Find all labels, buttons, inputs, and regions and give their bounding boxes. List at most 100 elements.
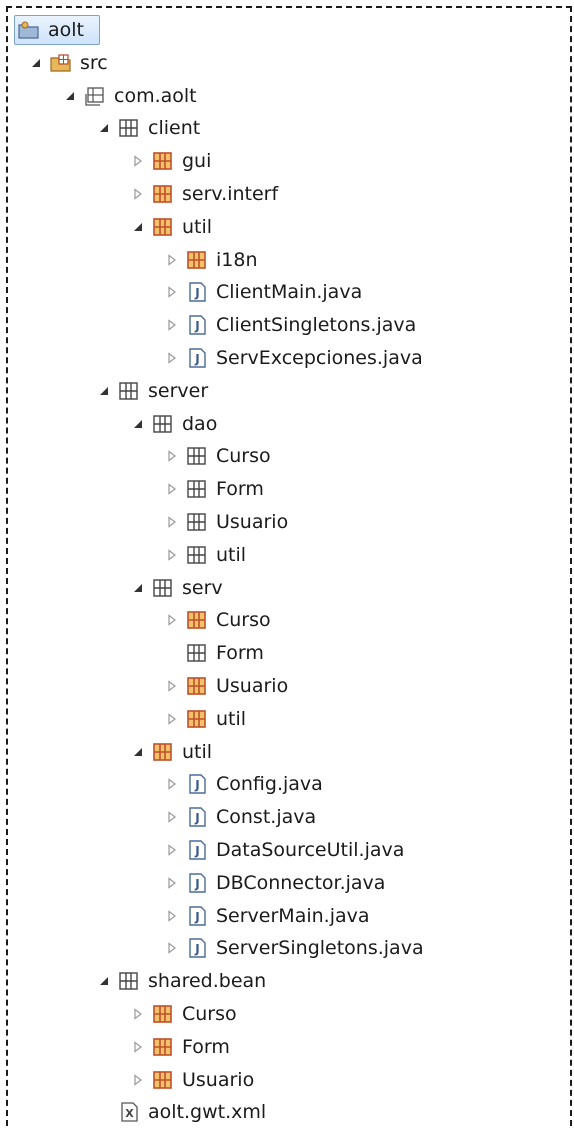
- tree-item[interactable]: Curso: [164, 440, 271, 472]
- collapsed-arrow-icon[interactable]: [130, 1039, 146, 1055]
- collapsed-arrow-icon[interactable]: [164, 711, 180, 727]
- collapsed-arrow-icon[interactable]: [164, 809, 180, 825]
- tree-item-label: gui: [182, 150, 212, 173]
- svg-text:J: J: [194, 286, 199, 300]
- collapsed-arrow-icon[interactable]: [164, 514, 180, 530]
- collapsed-arrow-icon[interactable]: [164, 612, 180, 628]
- package-outline-icon: [84, 85, 106, 107]
- collapsed-arrow-icon[interactable]: [164, 481, 180, 497]
- tree-item-label: aolt: [48, 19, 84, 41]
- tree-item[interactable]: util: [164, 539, 246, 571]
- no-arrow: [164, 645, 180, 661]
- tree-item[interactable]: J Const.java: [164, 801, 316, 833]
- tree-item[interactable]: server: [96, 375, 208, 407]
- tree-item[interactable]: Form: [164, 473, 264, 505]
- java-file-icon: J: [186, 839, 208, 861]
- expanded-arrow-icon[interactable]: [130, 580, 146, 596]
- collapsed-arrow-icon[interactable]: [164, 317, 180, 333]
- collapsed-arrow-icon[interactable]: [164, 940, 180, 956]
- source-folder-icon: [50, 52, 72, 74]
- tree-item[interactable]: util: [130, 211, 212, 243]
- java-file-icon: J: [186, 806, 208, 828]
- tree-item[interactable]: src: [28, 47, 108, 79]
- tree-item-label: ServerSingletons.java: [216, 937, 424, 960]
- tree-item-label: util: [182, 215, 213, 238]
- tree-item[interactable]: J ClientMain.java: [164, 276, 362, 308]
- tree-item[interactable]: J ClientSingletons.java: [164, 309, 416, 341]
- expanded-arrow-icon[interactable]: [28, 55, 44, 71]
- package-gray-icon: [118, 380, 140, 402]
- tree-item[interactable]: Usuario: [130, 1064, 254, 1096]
- tree-item-label: serv.interf: [182, 183, 279, 205]
- tree-item[interactable]: shared.bean: [96, 965, 266, 997]
- tree-item[interactable]: Form: [130, 1031, 230, 1063]
- collapsed-arrow-icon[interactable]: [130, 186, 146, 202]
- tree-item[interactable]: J ServExcepciones.java: [164, 342, 423, 374]
- project-icon: [18, 19, 40, 41]
- svg-text:X: X: [125, 1107, 134, 1120]
- collapsed-arrow-icon[interactable]: [130, 153, 146, 169]
- tree-item[interactable]: J Config.java: [164, 768, 323, 800]
- package-orange-icon: [186, 609, 208, 631]
- collapsed-arrow-icon[interactable]: [130, 1072, 146, 1088]
- tree-item[interactable]: J ServerMain.java: [164, 900, 370, 932]
- svg-text:J: J: [194, 877, 199, 891]
- tree-item[interactable]: Xaolt.gwt.xml: [96, 1096, 266, 1128]
- svg-text:J: J: [194, 778, 199, 792]
- tree-item-label: Usuario: [182, 1068, 255, 1091]
- collapsed-arrow-icon[interactable]: [164, 547, 180, 563]
- collapsed-arrow-icon[interactable]: [164, 252, 180, 268]
- tree-item-label: client: [148, 117, 201, 140]
- tree-item-label: Curso: [216, 445, 271, 468]
- tree-item[interactable]: Form: [164, 637, 264, 669]
- tree-item[interactable]: com.aolt: [62, 80, 197, 112]
- java-file-icon: J: [186, 281, 208, 303]
- tree-item[interactable]: util: [164, 703, 246, 735]
- package-orange-icon: [152, 1069, 174, 1091]
- no-arrow: [96, 1104, 112, 1120]
- collapsed-arrow-icon[interactable]: [130, 1006, 146, 1022]
- collapsed-arrow-icon[interactable]: [164, 908, 180, 924]
- expanded-arrow-icon[interactable]: [96, 973, 112, 989]
- collapsed-arrow-icon[interactable]: [164, 842, 180, 858]
- expanded-arrow-icon[interactable]: [130, 219, 146, 235]
- tree-item[interactable]: J DataSourceUtil.java: [164, 834, 404, 866]
- tree-item[interactable]: serv.interf: [130, 178, 278, 210]
- expanded-arrow-icon[interactable]: [130, 416, 146, 432]
- svg-text:J: J: [194, 811, 199, 825]
- tree-item[interactable]: aolt: [18, 14, 84, 46]
- tree-item[interactable]: Usuario: [164, 506, 288, 538]
- tree-item[interactable]: util: [130, 736, 212, 768]
- collapsed-arrow-icon[interactable]: [164, 875, 180, 891]
- tree-item[interactable]: client: [96, 112, 200, 144]
- tree-item-label: aolt.gwt.xml: [148, 1101, 267, 1124]
- tree-item[interactable]: J ServerSingletons.java: [164, 932, 424, 964]
- collapsed-arrow-icon[interactable]: [164, 284, 180, 300]
- collapsed-arrow-icon[interactable]: [164, 776, 180, 792]
- tree-item-label: server: [148, 379, 209, 402]
- expanded-arrow-icon[interactable]: [130, 744, 146, 760]
- tree-item[interactable]: i18n: [164, 244, 258, 276]
- collapsed-arrow-icon[interactable]: [164, 448, 180, 464]
- package-orange-icon: [152, 1036, 174, 1058]
- expanded-arrow-icon[interactable]: [96, 120, 112, 136]
- tree-item-label: src: [80, 51, 108, 74]
- tree-item[interactable]: J DBConnector.java: [164, 867, 385, 899]
- java-file-icon: J: [186, 314, 208, 336]
- package-orange-icon: [152, 150, 174, 172]
- tree-item[interactable]: Curso: [164, 604, 271, 636]
- expanded-arrow-icon[interactable]: [62, 88, 78, 104]
- tree-item[interactable]: Curso: [130, 998, 237, 1030]
- tree-item[interactable]: Usuario: [164, 670, 288, 702]
- package-orange-icon: [186, 249, 208, 271]
- package-orange-icon: [152, 183, 174, 205]
- package-orange-icon: [152, 216, 174, 238]
- tree-item[interactable]: dao: [130, 408, 217, 440]
- tree-item-label: ClientMain.java: [216, 281, 363, 304]
- tree-item-label: Form: [216, 478, 264, 501]
- tree-item[interactable]: gui: [130, 145, 211, 177]
- expanded-arrow-icon[interactable]: [96, 383, 112, 399]
- collapsed-arrow-icon[interactable]: [164, 350, 180, 366]
- tree-item[interactable]: serv: [130, 572, 223, 604]
- collapsed-arrow-icon[interactable]: [164, 678, 180, 694]
